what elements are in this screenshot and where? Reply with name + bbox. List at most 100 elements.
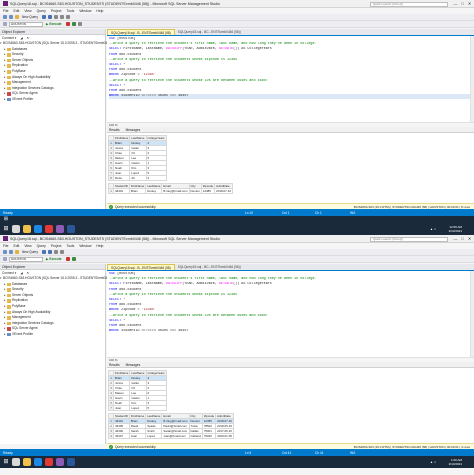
menu-edit[interactable]: Edit (13, 9, 19, 13)
query-status-details: BCIS4660-S63 (15.0 RTM) | STUDENTS\rmb04… (353, 204, 470, 209)
parse-icon[interactable] (71, 257, 76, 261)
success-icon: ✓ (109, 204, 113, 209)
menu-view[interactable]: View (24, 244, 31, 248)
connect-icon[interactable] (3, 22, 7, 26)
menu-window[interactable]: Window (79, 244, 91, 248)
minimize-button[interactable]: — (452, 1, 459, 7)
new-query-button[interactable]: New Query (21, 250, 39, 254)
ssms-logo-icon (3, 1, 8, 6)
ssms-logo-icon (3, 236, 8, 241)
menu-tools[interactable]: Tools (66, 244, 74, 248)
word-icon[interactable] (67, 225, 75, 233)
editor-scrollbar[interactable] (470, 36, 474, 122)
search-icon[interactable] (12, 225, 20, 233)
menu-project[interactable]: Project (51, 244, 62, 248)
connect-icon[interactable] (3, 257, 7, 261)
close-button[interactable]: ✕ (466, 1, 473, 7)
query-editor[interactable]: USE [HOUSTON] --write a query to retriev… (107, 271, 474, 357)
database-select[interactable]: HOUSTON (9, 21, 43, 27)
execute-button[interactable]: ▶ Execute (45, 257, 63, 261)
stop-icon[interactable] (65, 257, 70, 261)
results-grid-2[interactable]: StudentID FirstName LastName Email City Zipco… (108, 413, 234, 439)
menu-view[interactable]: View (24, 9, 31, 13)
tab-messages[interactable]: Messages (126, 363, 141, 367)
edge-icon[interactable] (34, 225, 42, 233)
system-tray[interactable]: ▲ ♫ (430, 227, 436, 231)
edge-icon[interactable] (34, 458, 42, 466)
forward-icon[interactable] (9, 15, 13, 19)
execute-button[interactable]: ▶ Execute (45, 22, 63, 26)
results-grid-1[interactable]: FirstName LastName CollegeYears 1 Brian Dool… (108, 135, 167, 181)
windows-start-icon[interactable]: ⊞ (2, 216, 10, 223)
status-char: Ch 41 (315, 450, 324, 455)
cut-icon[interactable] (53, 15, 58, 19)
windows-start-icon[interactable]: ⊞ (2, 225, 10, 233)
quick-launch-input[interactable]: Quick Launch (Ctrl+Q) (370, 236, 448, 242)
menu-help[interactable]: Help (96, 9, 103, 13)
windows-start-icon[interactable]: ⊞ (2, 458, 10, 466)
menu-project[interactable]: Project (51, 9, 62, 13)
search-icon[interactable] (12, 458, 20, 466)
stop-icon[interactable] (65, 22, 70, 26)
new-query-icon[interactable] (15, 250, 19, 254)
menu-window[interactable]: Window (79, 9, 91, 13)
tree-item[interactable]: ▸ XEvent Profiler (0, 97, 105, 103)
tab-results[interactable]: Results (109, 128, 120, 132)
menu-query[interactable]: Query (37, 9, 46, 13)
ssms-icon[interactable] (56, 225, 64, 233)
forward-icon[interactable] (9, 250, 13, 254)
file-explorer-icon[interactable] (23, 225, 31, 233)
folder-icon (7, 86, 11, 91)
editor-scrollbar[interactable] (470, 271, 474, 357)
quick-launch-input[interactable]: Quick Launch (Ctrl+Q) (370, 1, 448, 7)
back-icon[interactable] (3, 250, 7, 254)
maximize-button[interactable]: □ (459, 1, 466, 7)
chrome-icon[interactable] (45, 458, 53, 466)
cut-icon[interactable] (53, 250, 58, 254)
menu-file[interactable]: File (3, 244, 8, 248)
menu-help[interactable]: Help (96, 244, 103, 248)
copy-icon[interactable] (59, 250, 64, 254)
folder-icon (7, 81, 11, 85)
folder-icon (7, 282, 11, 287)
back-icon[interactable] (3, 15, 7, 19)
taskbar-clock[interactable]: 1:00 AM 2/10/2021 (449, 458, 462, 466)
tab-results[interactable]: Results (109, 363, 120, 367)
tab-inactive-query[interactable]: SQLQuery15.sql - BC...ENTS\rmb0446 (56)) (175, 29, 244, 35)
menu-query[interactable]: Query (37, 244, 46, 248)
word-icon[interactable] (67, 458, 75, 466)
tab-active-query[interactable]: SQLQuery16.sql - B...ENTS\rmb0446 (58) (107, 264, 175, 270)
database-select[interactable]: HOUSTON (9, 256, 43, 262)
new-query-button[interactable]: New Query (21, 15, 39, 19)
file-explorer-icon[interactable] (23, 458, 31, 466)
plan-icon[interactable] (77, 22, 82, 26)
taskbar-clock[interactable]: 12:59 AM 2/10/2021 (449, 225, 462, 233)
status-ready: Ready (3, 450, 13, 455)
save-icon[interactable] (41, 250, 46, 254)
query-editor[interactable]: USE [HOUSTON] --write a query to retriev… (107, 36, 474, 122)
tree-item[interactable]: ▸ XEvent Profiler (0, 332, 105, 338)
ssms-icon[interactable] (56, 458, 64, 466)
parse-icon[interactable] (71, 22, 76, 26)
window-title: SQLQuery16.sql - BCIS4660-S63.HOUSTON_ST… (10, 236, 220, 241)
minimize-button[interactable]: — (452, 236, 459, 242)
system-tray[interactable]: ▲ ♫ (430, 460, 436, 464)
chrome-icon[interactable] (45, 225, 53, 233)
close-button[interactable]: ✕ (466, 236, 473, 242)
new-query-icon[interactable] (15, 15, 19, 19)
maximize-button[interactable]: □ (459, 236, 466, 242)
save-all-icon[interactable] (47, 250, 52, 254)
tab-active-query[interactable]: SQLQuery16.sql - B...ENTS\rmb0446 (58) (107, 29, 175, 35)
save-icon[interactable] (41, 15, 46, 19)
folder-icon (7, 316, 11, 320)
tab-inactive-query[interactable]: SQLQuery15.sql - BC...ENTS\rmb0446 (56)) (175, 264, 244, 270)
results-grid-1[interactable]: FirstName LastName CollegeYears 1 Brian Dool… (108, 370, 167, 411)
menu-edit[interactable]: Edit (13, 244, 19, 248)
menu-file[interactable]: File (3, 9, 8, 13)
results-grid-2[interactable]: StudentID FirstName LastName Email City Zipco… (108, 183, 233, 194)
menu-tools[interactable]: Tools (66, 9, 74, 13)
tab-messages[interactable]: Messages (126, 128, 141, 132)
save-all-icon[interactable] (47, 15, 52, 19)
paste-icon[interactable] (65, 15, 70, 19)
copy-icon[interactable] (59, 15, 64, 19)
